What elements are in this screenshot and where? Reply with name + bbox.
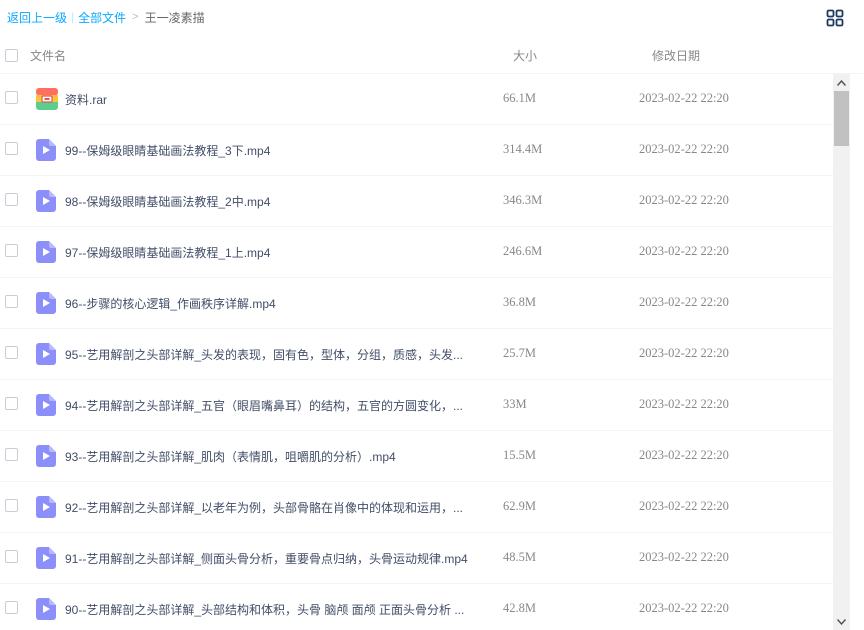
file-date: 2023-02-22 22:20 xyxy=(639,499,729,513)
row-checkbox[interactable] xyxy=(5,499,18,512)
row-checkbox[interactable] xyxy=(5,601,18,614)
column-header-name[interactable]: 文件名 xyxy=(30,47,66,64)
video-icon[interactable] xyxy=(36,241,56,263)
file-name[interactable]: 96--步骤的核心逻辑_作画秩序详解.mp4 xyxy=(65,295,475,312)
file-date: 2023-02-22 22:20 xyxy=(639,346,729,360)
file-size: 15.5M xyxy=(503,448,536,462)
file-size: 33M xyxy=(503,397,527,411)
row-checkbox[interactable] xyxy=(5,244,18,257)
row-checkbox[interactable] xyxy=(5,550,18,563)
file-name[interactable]: 91--艺用解剖之头部详解_侧面头骨分析，重要骨点归纳，头骨运动规律.mp4 xyxy=(65,550,475,567)
video-icon[interactable] xyxy=(36,343,56,365)
file-list: 资料.rar 66.1M 2023-02-22 22:20 99--保姆级眼睛基础画法… xyxy=(0,74,833,630)
file-size: 314.4M xyxy=(503,142,543,156)
file-date: 2023-02-22 22:20 xyxy=(639,295,729,309)
file-size: 25.7M xyxy=(503,346,536,360)
video-icon[interactable] xyxy=(36,445,56,467)
file-size: 42.8M xyxy=(503,601,536,615)
column-header-date[interactable]: 修改日期 xyxy=(652,47,700,64)
file-name[interactable]: 93--艺用解剖之头部详解_肌肉（表情肌，咀嚼肌的分析）.mp4 xyxy=(65,448,475,465)
file-row[interactable]: 90--艺用解剖之头部详解_头部结构和体积，头骨 脑颅 面颅 正面头骨分析 ..… xyxy=(0,584,833,630)
file-row[interactable]: 99--保姆级眼睛基础画法教程_3下.mp4 314.4M 2023-02-22 2… xyxy=(0,125,833,176)
file-date: 2023-02-22 22:20 xyxy=(639,91,729,105)
all-files-link[interactable]: 全部文件 xyxy=(78,9,126,26)
row-checkbox[interactable] xyxy=(5,448,18,461)
file-size: 66.1M xyxy=(503,91,536,105)
current-folder: 王一凌素描 xyxy=(144,10,205,25)
scroll-thumb[interactable] xyxy=(834,91,849,146)
file-row[interactable]: 96--步骤的核心逻辑_作画秩序详解.mp4 36.8M 2023-02-22 22… xyxy=(0,278,833,329)
file-name[interactable]: 92--艺用解剖之头部详解_以老年为例，头部骨骼在肖像中的体现和运用，... xyxy=(65,499,475,516)
breadcrumb-arrow: > xyxy=(132,11,139,23)
file-date: 2023-02-22 22:20 xyxy=(639,448,729,462)
file-date: 2023-02-22 22:20 xyxy=(639,601,729,615)
file-row[interactable]: 95--艺用解剖之头部详解_头发的表现，固有色，型体，分组，质感，头发... 25… xyxy=(0,329,833,380)
file-row[interactable]: 资料.rar 66.1M 2023-02-22 22:20 xyxy=(0,74,833,125)
file-date: 2023-02-22 22:20 xyxy=(639,550,729,564)
archive-icon[interactable] xyxy=(36,88,58,110)
breadcrumb: 返回上一级 | 全部文件 > 王一凌素描 xyxy=(0,0,864,34)
file-row[interactable]: 93--艺用解剖之头部详解_肌肉（表情肌，咀嚼肌的分析）.mp4 15.5M 202… xyxy=(0,431,833,482)
file-name[interactable]: 资料.rar xyxy=(65,91,475,108)
breadcrumb-separator: | xyxy=(71,10,75,24)
video-icon[interactable] xyxy=(36,139,56,161)
column-header-size[interactable]: 大小 xyxy=(513,47,537,64)
row-checkbox[interactable] xyxy=(5,193,18,206)
file-row[interactable]: 92--艺用解剖之头部详解_以老年为例，头部骨骼在肖像中的体现和运用，... 62… xyxy=(0,482,833,533)
file-name[interactable]: 98--保姆级眼睛基础画法教程_2中.mp4 xyxy=(65,193,475,210)
scroll-down-icon[interactable] xyxy=(833,613,850,630)
file-row[interactable]: 98--保姆级眼睛基础画法教程_2中.mp4 346.3M 2023-02-22 2… xyxy=(0,176,833,227)
row-checkbox[interactable] xyxy=(5,346,18,359)
file-size: 346.3M xyxy=(503,193,543,207)
file-date: 2023-02-22 22:20 xyxy=(639,193,729,207)
file-list-header: 文件名 大小 修改日期 xyxy=(0,34,864,74)
video-icon[interactable] xyxy=(36,547,56,569)
file-name[interactable]: 95--艺用解剖之头部详解_头发的表现，固有色，型体，分组，质感，头发... xyxy=(65,346,475,363)
scroll-up-icon[interactable] xyxy=(833,74,850,91)
file-row[interactable]: 91--艺用解剖之头部详解_侧面头骨分析，重要骨点归纳，头骨运动规律.mp4 48… xyxy=(0,533,833,584)
row-checkbox[interactable] xyxy=(5,91,18,104)
file-name[interactable]: 99--保姆级眼睛基础画法教程_3下.mp4 xyxy=(65,142,475,159)
file-row[interactable]: 94--艺用解剖之头部详解_五官（眼眉嘴鼻耳）的结构，五官的方圆变化，... 33… xyxy=(0,380,833,431)
file-size: 36.8M xyxy=(503,295,536,309)
video-icon[interactable] xyxy=(36,190,56,212)
file-row[interactable]: 97--保姆级眼睛基础画法教程_1上.mp4 246.6M 2023-02-22 2… xyxy=(0,227,833,278)
file-name[interactable]: 90--艺用解剖之头部详解_头部结构和体积，头骨 脑颅 面颅 正面头骨分析 ..… xyxy=(65,601,475,618)
video-icon[interactable] xyxy=(36,598,56,620)
video-icon[interactable] xyxy=(36,292,56,314)
file-date: 2023-02-22 22:20 xyxy=(639,244,729,258)
grid-view-icon[interactable] xyxy=(826,9,844,27)
file-name[interactable]: 94--艺用解剖之头部详解_五官（眼眉嘴鼻耳）的结构，五官的方圆变化，... xyxy=(65,397,475,414)
row-checkbox[interactable] xyxy=(5,295,18,308)
video-icon[interactable] xyxy=(36,394,56,416)
file-date: 2023-02-22 22:20 xyxy=(639,142,729,156)
file-name[interactable]: 97--保姆级眼睛基础画法教程_1上.mp4 xyxy=(65,244,475,261)
file-size: 62.9M xyxy=(503,499,536,513)
row-checkbox[interactable] xyxy=(5,142,18,155)
video-icon[interactable] xyxy=(36,496,56,518)
row-checkbox[interactable] xyxy=(5,397,18,410)
scrollbar[interactable] xyxy=(833,74,850,630)
file-size: 246.6M xyxy=(503,244,543,258)
back-link[interactable]: 返回上一级 xyxy=(7,9,67,26)
file-date: 2023-02-22 22:20 xyxy=(639,397,729,411)
select-all-checkbox[interactable] xyxy=(5,49,18,62)
file-size: 48.5M xyxy=(503,550,536,564)
